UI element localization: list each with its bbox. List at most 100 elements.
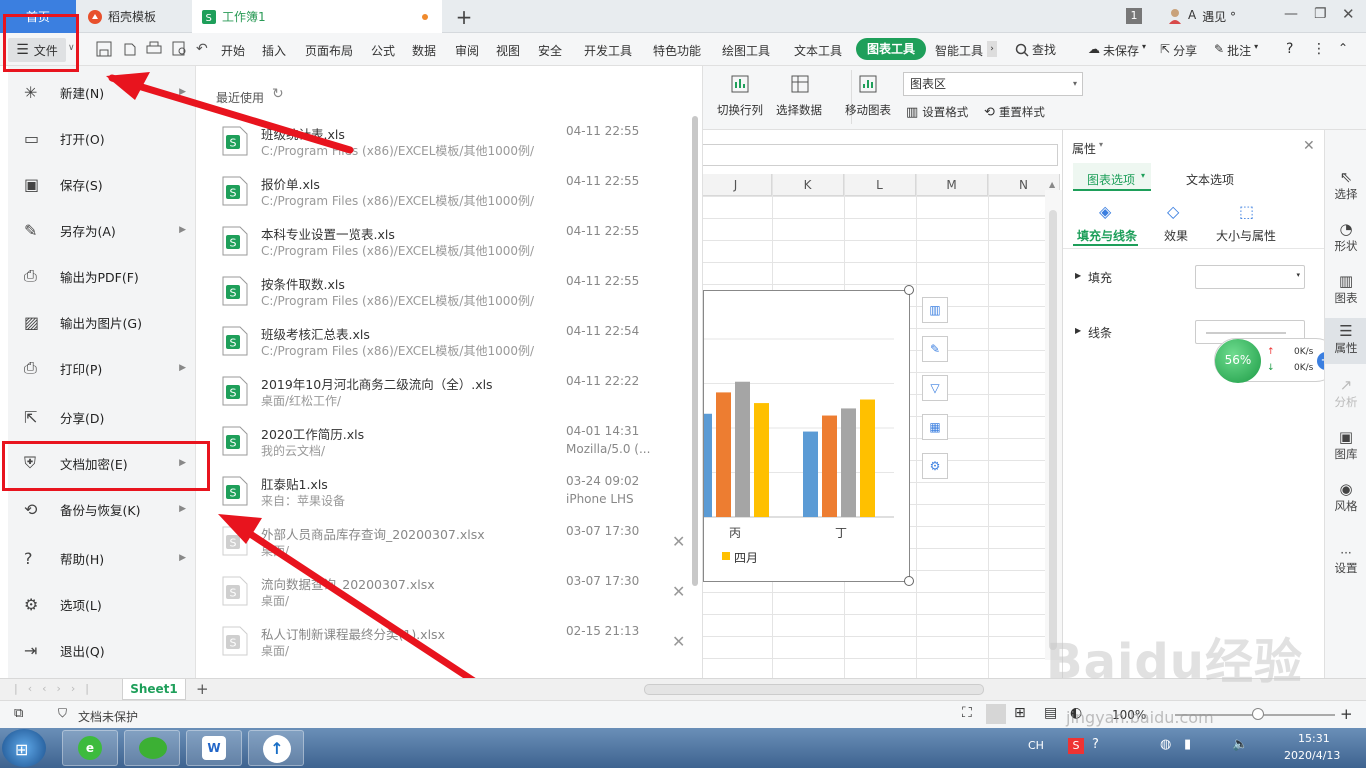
remove-recent-icon[interactable]: ✕ <box>672 632 685 651</box>
menu-item-formula[interactable]: 公式 <box>371 42 395 59</box>
recent-file-item[interactable]: S 报价单.xls C:/Program Files (x86)/EXCEL模板/其… <box>196 168 686 218</box>
file-menu-item[interactable]: ▭ 打开(O) <box>8 118 196 158</box>
recent-file-item[interactable]: S 本科专业设置一览表.xls C:/Program Files (x86)/EXC… <box>196 218 686 268</box>
chart-style-brush-icon[interactable]: ✎ <box>922 336 948 362</box>
add-sheet-icon[interactable]: + <box>196 680 209 698</box>
print-preview-icon[interactable] <box>172 41 188 57</box>
column-header[interactable]: K <box>772 174 844 196</box>
file-menu-item[interactable]: ⟲ 备份与恢复(K) ▶ <box>8 489 196 529</box>
menu-item-insert[interactable]: 插入 <box>262 42 286 59</box>
input-lang[interactable]: CH <box>1028 739 1044 752</box>
remove-recent-icon[interactable]: ✕ <box>672 532 685 551</box>
file-menu-item[interactable]: ▣ 保存(S) <box>8 164 196 204</box>
taskbar-browser[interactable]: e <box>62 730 118 766</box>
save-icon[interactable] <box>96 41 112 57</box>
sidebar-item-analysis[interactable]: ↗ 分析 <box>1325 376 1366 410</box>
chart-elements-icon[interactable]: ▥ <box>922 297 948 323</box>
menu-item-text-tools[interactable]: 文本工具 <box>794 42 842 59</box>
expand-fill-icon[interactable]: ▶ <box>1075 271 1081 280</box>
fullscreen-icon[interactable]: ⛶ <box>962 705 972 721</box>
refresh-icon[interactable]: ↻ <box>272 86 284 102</box>
file-menu-item[interactable]: ⇱ 分享(D) <box>8 397 196 437</box>
menu-item-data[interactable]: 数据 <box>412 42 436 59</box>
tab-text-options[interactable]: 文本选项 <box>1186 171 1234 188</box>
chart-object[interactable]: 丙丁 四月 <box>703 290 910 582</box>
sidebar-item-style[interactable]: ◉ 风格 <box>1325 480 1366 514</box>
select-data-button[interactable] <box>790 74 810 94</box>
sheet-vertical-scrollbar[interactable]: ▲ <box>1045 180 1062 660</box>
start-button[interactable]: ⊞ <box>2 729 46 767</box>
normal-view-icon[interactable] <box>986 704 1006 724</box>
menu-item-dev-tools[interactable]: 开发工具 <box>584 42 632 59</box>
export-icon[interactable] <box>122 41 138 57</box>
net-speed-widget[interactable]: 56% ↑ 0K/s ↓ 0K/s + <box>1214 338 1338 383</box>
panel-close-icon[interactable]: ✕ <box>1303 138 1315 154</box>
scroll-thumb[interactable] <box>1049 210 1057 650</box>
sidebar-item-chart[interactable]: ▥ 图表 <box>1325 272 1366 306</box>
signal-tray-icon[interactable]: ▮ <box>1184 737 1191 752</box>
new-tab-button[interactable]: + <box>452 0 476 33</box>
volume-tray-icon[interactable]: 🔈 <box>1232 737 1248 752</box>
file-menu-item[interactable]: ⚙ 选项(L) <box>8 584 196 624</box>
comment-button[interactable]: ✎ 批注 ▾ <box>1214 42 1258 59</box>
resize-handle[interactable] <box>904 576 914 586</box>
clock-date[interactable]: 2020/4/13 <box>1284 749 1340 762</box>
restore-button[interactable]: ❐ <box>1314 6 1327 22</box>
recent-file-item[interactable]: S 班级统计表.xls C:/Program Files (x86)/EXCEL模板… <box>196 118 686 168</box>
column-header[interactable]: M <box>916 174 988 196</box>
recent-file-item[interactable]: S 2019年10月河北商务二级流向（全）.xls 桌面/红松工作/04-11 22… <box>196 368 686 418</box>
search-button[interactable]: 查找 <box>1015 41 1056 58</box>
help-icon[interactable]: ? <box>1286 41 1293 57</box>
subtab-effect[interactable]: 效果 <box>1164 227 1188 244</box>
sidebar-item-select[interactable]: ⇖ 选择 <box>1325 168 1366 202</box>
tab-workbook[interactable]: S 工作簿1 <box>192 0 442 33</box>
print-icon[interactable] <box>146 41 162 57</box>
sidebar-item-settings[interactable]: ··· 设置 <box>1325 546 1366 576</box>
unsaved-status-button[interactable]: ☁ 未保存 ▾ <box>1088 42 1146 59</box>
file-menu-item[interactable]: ⇥ 退出(Q) <box>8 630 196 670</box>
file-menu-item[interactable]: ▨ 输出为图片(G) <box>8 302 196 342</box>
wps-tray-icon[interactable]: S <box>1068 738 1084 754</box>
reading-view-icon[interactable]: ▤ <box>1044 705 1057 721</box>
macro-icon[interactable]: ⧉ <box>14 706 23 721</box>
zoom-in-icon[interactable]: + <box>1340 705 1353 723</box>
tab-chart-options[interactable]: 图表选项 ▾ <box>1073 163 1151 191</box>
recent-file-item[interactable]: S 按条件取数.xls C:/Program Files (x86)/EXCEL模板… <box>196 268 686 318</box>
taskbar-app[interactable]: ↑ <box>248 730 304 766</box>
subtab-fill-line[interactable]: 填充与线条 <box>1077 227 1137 244</box>
collapse-ribbon-icon[interactable]: ⌃ <box>1338 41 1348 55</box>
chart-element-select[interactable]: 图表区 ▾ <box>903 72 1083 96</box>
clock-time[interactable]: 15:31 <box>1298 732 1330 745</box>
set-format-button[interactable]: ▥ 设置格式 <box>906 104 968 120</box>
subtab-size[interactable]: 大小与属性 <box>1216 227 1276 244</box>
menu-item-view[interactable]: 视图 <box>496 42 520 59</box>
sidebar-item-gallery[interactable]: ▣ 图库 <box>1325 428 1366 462</box>
sheet-tab[interactable]: Sheet1 <box>122 679 186 700</box>
zoom-slider-thumb[interactable] <box>1252 708 1264 720</box>
more-options-icon[interactable]: ⋮ <box>1312 41 1326 57</box>
user-account[interactable]: A 遇见 ° <box>1168 8 1236 25</box>
protect-status[interactable]: 文档未保护 <box>78 708 138 725</box>
close-window-button[interactable]: ✕ <box>1342 5 1355 23</box>
recent-file-item[interactable]: S 外部人员商品库存查询_20200307.xlsx 桌面/03-07 17:30 ✕ <box>196 518 686 568</box>
move-chart-button[interactable] <box>858 74 878 94</box>
sidebar-item-properties[interactable]: ☰ 属性 <box>1325 318 1366 364</box>
file-menu-item[interactable]: ✳ 新建(N) ▶ <box>8 72 196 112</box>
file-menu-item[interactable]: ⎙ 输出为PDF(F) <box>8 256 196 296</box>
chart-filter-icon[interactable]: ▽ <box>922 375 948 401</box>
recent-scrollbar[interactable] <box>692 116 698 586</box>
file-menu-item[interactable]: ✎ 另存为(A) ▶ <box>8 210 196 250</box>
tab-daoke-templates[interactable]: 稻壳模板 <box>78 0 190 33</box>
menu-scroll-right-icon[interactable]: › <box>987 41 997 57</box>
recent-file-item[interactable]: S 私人订制新课程最终分类(1).xlsx 桌面/02-15 21:13 ✕ <box>196 618 686 668</box>
horizontal-scrollbar[interactable] <box>644 684 984 695</box>
menu-item-start[interactable]: 开始 <box>221 42 245 59</box>
menu-item-chart-tools[interactable]: 图表工具 <box>856 38 926 60</box>
recent-file-item[interactable]: S 班级考核汇总表.xls C:/Program Files (x86)/EXCEL… <box>196 318 686 368</box>
resize-handle[interactable] <box>904 285 914 295</box>
menu-item-smart-tools[interactable]: 智能工具 <box>935 42 983 59</box>
share-button[interactable]: ⇱ 分享 <box>1160 42 1197 59</box>
fill-bucket-icon[interactable]: ◈ <box>1099 202 1111 221</box>
undo-icon[interactable]: ↶ <box>196 41 208 57</box>
remove-recent-icon[interactable]: ✕ <box>672 582 685 601</box>
